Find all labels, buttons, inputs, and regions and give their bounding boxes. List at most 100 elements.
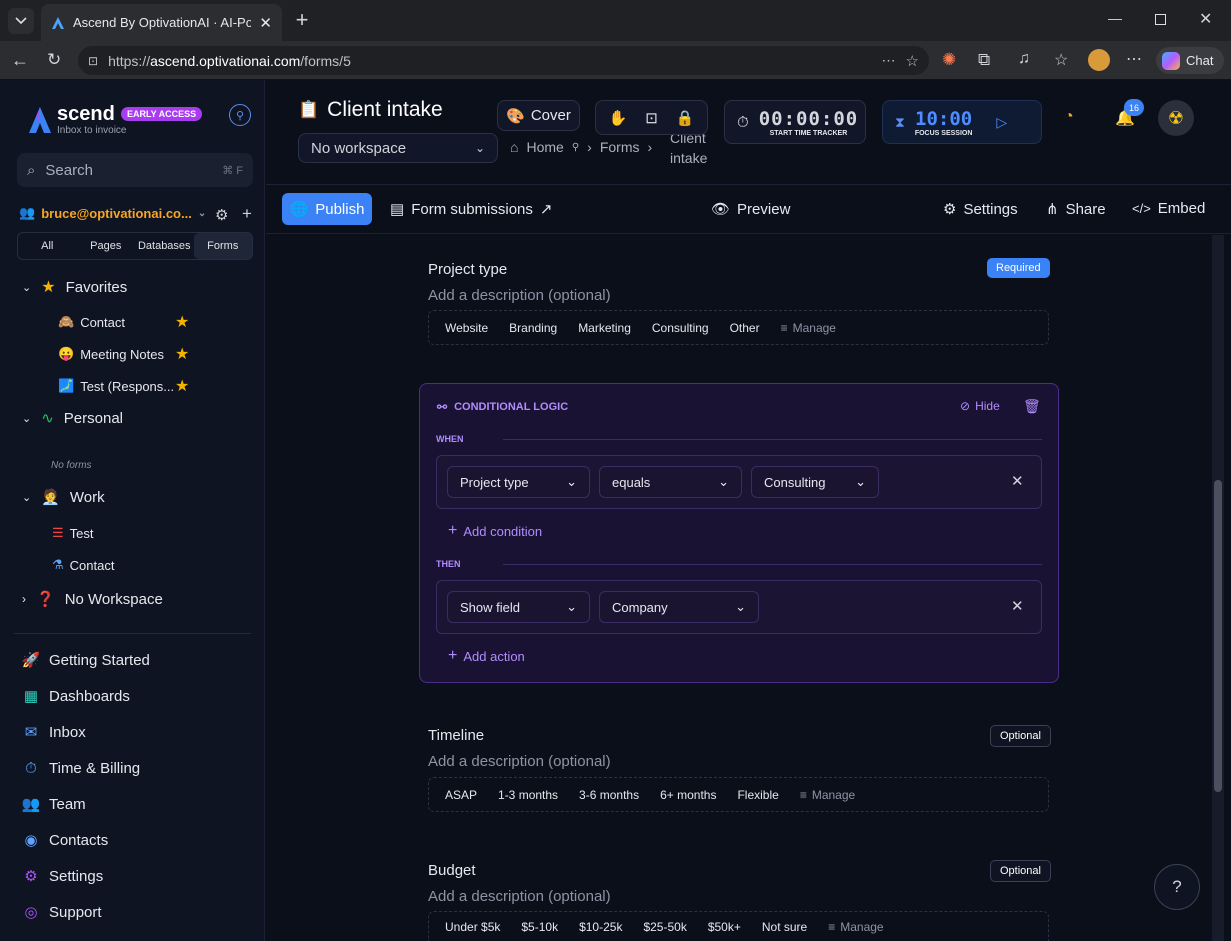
publish-button[interactable]: 🌐 Publish — [282, 193, 372, 225]
share-button[interactable]: ⋔ Share — [1046, 200, 1106, 219]
section-favorites[interactable]: ⌄ ★ Favorites — [22, 277, 127, 297]
remove-action-icon[interactable]: ✕ — [1011, 597, 1024, 615]
breadcrumb-forms[interactable]: Forms — [600, 139, 640, 155]
cover-button[interactable]: 🎨 Cover — [497, 100, 580, 131]
account-settings-icon[interactable]: ⚙ — [215, 206, 228, 224]
hide-logic-button[interactable]: ⊘ Hide — [960, 399, 1000, 413]
browser-menu-icon[interactable]: ⋯ — [1126, 49, 1142, 69]
tab-list-icon[interactable] — [8, 8, 34, 34]
option-chip[interactable]: ASAP — [445, 788, 477, 802]
favorite-item-test[interactable]: 🗾 Test (Respons... — [58, 378, 174, 394]
preview-button[interactable]: 👁 Preview — [711, 200, 790, 219]
work-item-test[interactable]: ☰ Test — [52, 525, 94, 541]
optional-badge[interactable]: Optional — [990, 725, 1051, 747]
add-action-button[interactable]: + Add action — [448, 647, 525, 665]
option-chip[interactable]: Flexible — [737, 788, 778, 802]
condition-value-select[interactable]: Consulting ⌄ — [751, 466, 879, 498]
nav-settings[interactable]: ⚙ Settings — [22, 867, 103, 886]
filter-tab-pages[interactable]: Pages — [77, 233, 136, 259]
nav-time-billing[interactable]: ⏱ Time & Billing — [22, 759, 140, 777]
form-submissions-button[interactable]: ▤ Form submissions ↗ — [390, 200, 552, 219]
option-chip[interactable]: Not sure — [762, 920, 807, 934]
robot-icon[interactable]: ⊡ — [645, 109, 658, 127]
section-work[interactable]: ⌄ 🧑‍💼 Work — [22, 488, 105, 507]
breadcrumb-home[interactable]: Home — [526, 139, 563, 155]
search-input[interactable]: ⌕ Search ⌘ F — [17, 153, 253, 187]
condition-field-select[interactable]: Project type ⌄ — [447, 466, 590, 498]
add-item-icon[interactable]: + — [242, 204, 252, 224]
browser-tab[interactable]: Ascend By OptivationAI · AI-Powere ✕ — [41, 4, 282, 41]
nav-dashboards[interactable]: ▦ Dashboards — [22, 687, 130, 706]
close-window-icon[interactable]: ✕ — [1199, 9, 1212, 29]
filter-tab-forms[interactable]: Forms — [193, 233, 252, 259]
manage-options-button[interactable]: ≡ Manage — [800, 788, 855, 802]
user-avatar[interactable]: ☢ — [1158, 100, 1194, 136]
favorite-star-icon[interactable]: ★ — [175, 312, 189, 332]
option-chip[interactable]: Marketing — [578, 321, 631, 335]
filter-tab-databases[interactable]: Databases — [135, 233, 194, 259]
option-chip[interactable]: 6+ months — [660, 788, 716, 802]
collections-icon[interactable]: ☆ — [1054, 50, 1068, 70]
option-chip[interactable]: $50k+ — [708, 920, 741, 934]
start-time-tracker-button[interactable]: ⏱ 00:00:00 START TIME TRACKER — [724, 100, 866, 144]
hand-icon[interactable]: ✋ — [609, 109, 628, 127]
option-chip[interactable]: Other — [730, 321, 760, 335]
focus-session-button[interactable]: ⧗ 10:00 FOCUS SESSION ▷ — [882, 100, 1042, 144]
new-tab-icon[interactable]: + — [290, 7, 314, 32]
favorite-icon[interactable]: ☆ — [906, 52, 919, 70]
required-badge[interactable]: Required — [987, 258, 1050, 278]
option-chip[interactable]: Consulting — [652, 321, 709, 335]
section-personal[interactable]: ⌄ ∿ Personal — [22, 409, 123, 428]
favorite-star-icon[interactable]: ★ — [175, 376, 189, 396]
scrollbar-thumb[interactable] — [1214, 480, 1222, 792]
condition-operator-select[interactable]: equals ⌄ — [599, 466, 742, 498]
lock-icon[interactable]: 🔒 — [676, 109, 695, 127]
close-tab-icon[interactable]: ✕ — [259, 14, 272, 32]
play-icon[interactable]: ▷ — [996, 114, 1007, 131]
profile-avatar[interactable] — [1088, 49, 1110, 71]
favorite-item-meeting-notes[interactable]: 😛 Meeting Notes — [58, 346, 164, 362]
option-chip[interactable]: 1-3 months — [498, 788, 558, 802]
field-description[interactable]: Add a description (optional) — [428, 888, 611, 905]
address-bar[interactable]: ⊡ https://ascend.optivationai.com/forms/… — [78, 46, 929, 75]
pin-sidebar-icon[interactable]: ⚲ — [229, 104, 251, 126]
work-item-contact[interactable]: ⚗ Contact — [52, 557, 114, 573]
embed-button[interactable]: </> Embed — [1132, 200, 1205, 217]
media-icon[interactable]: ♫ — [1018, 50, 1030, 68]
option-chip[interactable]: Branding — [509, 321, 557, 335]
filter-tab-all[interactable]: All — [18, 233, 77, 259]
extensions-puzzle-icon[interactable]: ⧉ — [978, 50, 990, 70]
more-options-icon[interactable]: ⋯ — [882, 52, 896, 69]
section-no-workspace[interactable]: › ❓ No Workspace — [22, 590, 163, 609]
manage-options-button[interactable]: ≡ Manage — [781, 321, 836, 335]
minimize-icon[interactable]: — — [1108, 10, 1122, 26]
settings-button[interactable]: ⚙ Settings — [943, 200, 1018, 219]
option-chip[interactable]: 3-6 months — [579, 788, 639, 802]
gauge-icon[interactable]: ◔ — [1064, 108, 1074, 126]
back-icon[interactable]: ← — [11, 50, 29, 71]
nav-team[interactable]: 👥 Team — [22, 795, 86, 814]
nav-support[interactable]: ◎ Support — [22, 903, 101, 922]
remove-condition-icon[interactable]: ✕ — [1011, 472, 1024, 490]
copilot-chat-button[interactable]: Chat — [1156, 47, 1224, 74]
action-target-select[interactable]: Company ⌄ — [599, 591, 759, 623]
site-info-icon[interactable]: ⊡ — [88, 54, 98, 68]
option-chip[interactable]: $5-10k — [521, 920, 558, 934]
action-type-select[interactable]: Show field ⌄ — [447, 591, 590, 623]
nav-getting-started[interactable]: 🚀 Getting Started — [22, 651, 150, 670]
option-chip[interactable]: $25-50k — [643, 920, 686, 934]
nav-inbox[interactable]: ✉ Inbox — [22, 723, 86, 742]
help-icon[interactable]: ? — [1154, 864, 1200, 910]
extension-burst-icon[interactable]: ✺ — [942, 50, 956, 70]
trash-icon[interactable]: 🗑 — [1023, 398, 1041, 415]
workspace-select[interactable]: No workspace ⌄ — [298, 133, 498, 163]
field-description[interactable]: Add a description (optional) — [428, 753, 611, 770]
manage-options-button[interactable]: ≡ Manage — [828, 920, 883, 934]
option-chip[interactable]: $10-25k — [579, 920, 622, 934]
account-switcher[interactable]: 👥 bruce@optivationai.co... ⌄ — [19, 205, 206, 221]
add-condition-button[interactable]: + Add condition — [448, 522, 542, 540]
reload-icon[interactable]: ↻ — [47, 50, 61, 70]
field-description[interactable]: Add a description (optional) — [428, 287, 611, 304]
optional-badge[interactable]: Optional — [990, 860, 1051, 882]
favorite-star-icon[interactable]: ★ — [175, 344, 189, 364]
